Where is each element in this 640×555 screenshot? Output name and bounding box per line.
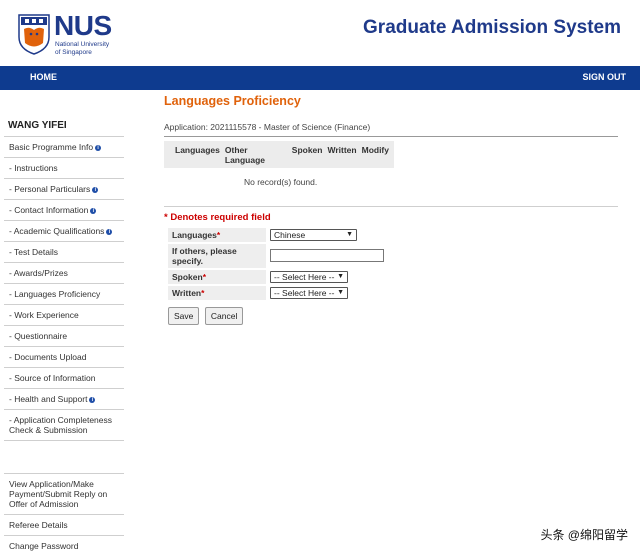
system-title: Graduate Admission System bbox=[363, 17, 621, 38]
no-record-message: No record(s) found. bbox=[244, 177, 318, 187]
sidebar-item[interactable]: - Test Details bbox=[4, 242, 124, 263]
languages-select[interactable]: Chinese ▼ bbox=[270, 229, 357, 241]
written-label: Written* bbox=[168, 286, 266, 300]
home-link[interactable]: HOME bbox=[30, 72, 57, 82]
sidebar-item-label: - Health and Support bbox=[9, 394, 88, 404]
sidebar-item[interactable]: - Contact Information i bbox=[4, 200, 124, 221]
page-title: Languages Proficiency bbox=[164, 94, 301, 108]
main-content: Languages Proficiency Application: 20211… bbox=[164, 94, 618, 325]
sidebar-spacer bbox=[4, 441, 124, 474]
sidebar-item-label: - Academic Qualifications bbox=[9, 226, 105, 236]
col-modify: Modify bbox=[361, 145, 389, 155]
col-spoken: Spoken bbox=[291, 145, 323, 155]
spoken-select[interactable]: -- Select Here -- ▼ bbox=[270, 271, 348, 283]
sidebar-item[interactable]: Basic Programme Info i bbox=[4, 137, 124, 158]
col-languages: Languages bbox=[175, 145, 220, 155]
dropdown-arrow-icon: ▼ bbox=[346, 231, 353, 238]
sidebar-bottom-item[interactable]: View Application/Make Payment/Submit Rep… bbox=[4, 474, 124, 515]
user-name: WANG YIFEI bbox=[4, 112, 124, 137]
written-select[interactable]: -- Select Here -- ▼ bbox=[270, 287, 348, 299]
nus-crest-icon bbox=[18, 14, 50, 55]
info-icon[interactable]: i bbox=[90, 208, 97, 214]
sidebar-bottom-item[interactable]: Referee Details bbox=[4, 515, 124, 536]
sidebar-item-label: - Questionnaire bbox=[9, 331, 68, 341]
sidebar-item-label: - Documents Upload bbox=[9, 352, 87, 362]
info-icon[interactable]: i bbox=[95, 145, 102, 151]
cancel-button[interactable]: Cancel bbox=[204, 307, 244, 325]
sidebar-item[interactable]: - Questionnaire bbox=[4, 326, 124, 347]
records-table-header: Languages Other Language Spoken Written … bbox=[164, 141, 394, 168]
language-form: Languages* Chinese ▼ If others, please sp… bbox=[166, 226, 388, 302]
sidebar-item[interactable]: - Languages Proficiency bbox=[4, 284, 124, 305]
sidebar-item-label: - Contact Information bbox=[9, 205, 89, 215]
sidebar-item-label: - Test Details bbox=[9, 247, 58, 257]
info-icon[interactable]: i bbox=[106, 229, 113, 235]
page-header: NUS National University of Singapore Gra… bbox=[0, 0, 640, 66]
sidebar-item-label: - Source of Information bbox=[9, 373, 96, 383]
save-button[interactable]: Save bbox=[168, 307, 200, 325]
sidebar-item[interactable]: - Health and Support i bbox=[4, 389, 124, 410]
sidebar-item[interactable]: - Academic Qualifications i bbox=[4, 221, 124, 242]
application-info: Application: 2021115578 - Master of Scie… bbox=[164, 122, 618, 137]
form-row-spoken: Spoken* -- Select Here -- ▼ bbox=[168, 270, 386, 284]
form-buttons: Save Cancel bbox=[168, 307, 618, 325]
languages-label: Languages* bbox=[168, 228, 266, 242]
info-icon[interactable]: i bbox=[89, 397, 96, 403]
sign-out-link[interactable]: SIGN OUT bbox=[582, 72, 626, 82]
form-row-languages: Languages* Chinese ▼ bbox=[168, 228, 386, 242]
sidebar-item[interactable]: - Instructions bbox=[4, 158, 124, 179]
sidebar-item-label: - Personal Particulars bbox=[9, 184, 91, 194]
logo-subtitle-1: National University bbox=[55, 41, 110, 48]
divider bbox=[164, 206, 618, 207]
sidebar-item-label: - Languages Proficiency bbox=[9, 289, 101, 299]
info-icon[interactable]: i bbox=[92, 187, 99, 193]
nus-logo[interactable]: NUS National University of Singapore bbox=[14, 11, 114, 57]
sidebar-item[interactable]: - Work Experience bbox=[4, 305, 124, 326]
sidebar-item[interactable]: - Documents Upload bbox=[4, 347, 124, 368]
watermark: 头条 @绵阳留学 bbox=[540, 528, 628, 542]
dropdown-arrow-icon: ▼ bbox=[337, 289, 344, 296]
spoken-label: Spoken* bbox=[168, 270, 266, 284]
sidebar-bottom-item[interactable]: Change Password bbox=[4, 536, 124, 555]
logo-text: NUS bbox=[54, 10, 112, 41]
sidebar-item-label: - Application Completeness Check & Submi… bbox=[9, 415, 113, 435]
sidebar-item-label: - Awards/Prizes bbox=[9, 268, 68, 278]
sidebar: WANG YIFEI Basic Programme Info i - Instru… bbox=[4, 112, 124, 555]
sidebar-item[interactable]: - Source of Information bbox=[4, 368, 124, 389]
form-row-written: Written* -- Select Here -- ▼ bbox=[168, 286, 386, 300]
sidebar-item-label: - Work Experience bbox=[9, 310, 79, 320]
sidebar-item-label: - Instructions bbox=[9, 163, 58, 173]
sidebar-item-label: Basic Programme Info bbox=[9, 142, 94, 152]
sidebar-bottom-menu: View Application/Make Payment/Submit Rep… bbox=[4, 474, 124, 555]
required-note: * Denotes required field bbox=[164, 212, 271, 223]
col-other-language: Other Language bbox=[224, 145, 266, 165]
sidebar-item[interactable]: - Awards/Prizes bbox=[4, 263, 124, 284]
col-written: Written bbox=[327, 145, 357, 155]
form-row-others: If others, please specify. bbox=[168, 244, 386, 268]
sidebar-item[interactable]: - Application Completeness Check & Submi… bbox=[4, 410, 124, 441]
top-nav-bar: HOME SIGN OUT bbox=[0, 66, 640, 90]
sidebar-menu: Basic Programme Info i - Instructions - Per… bbox=[4, 137, 124, 441]
sidebar-item[interactable]: - Personal Particulars i bbox=[4, 179, 124, 200]
other-language-input[interactable] bbox=[270, 248, 384, 262]
logo-subtitle-2: of Singapore bbox=[55, 49, 92, 56]
others-label: If others, please specify. bbox=[168, 244, 266, 268]
dropdown-arrow-icon: ▼ bbox=[337, 273, 344, 280]
